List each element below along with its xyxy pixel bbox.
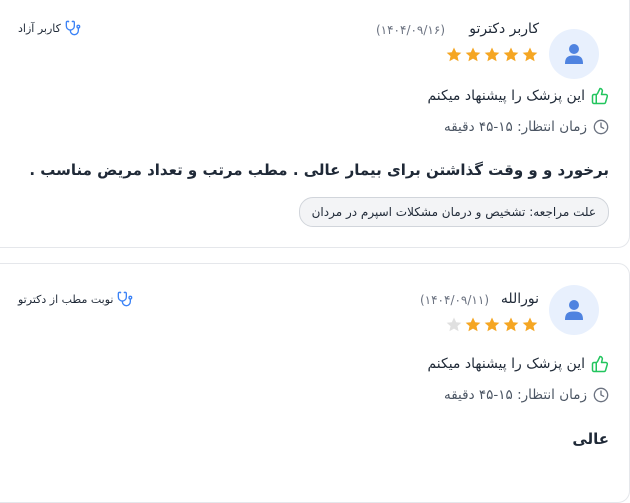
stethoscope-icon (65, 20, 81, 36)
review-date: (۱۴۰۴/۰۹/۱۶) (375, 23, 445, 37)
review-comment: عالی (572, 430, 609, 448)
booking-source-badge: نوبت مطب از دکترتو (18, 291, 133, 307)
thumbs-up-icon (591, 355, 609, 373)
review-comment: برخورد و و وقت گذاشتن برای بیمار عالی . … (29, 161, 609, 179)
star-filled-icon (445, 46, 463, 64)
recommend-row: این پزشک را پیشنهاد میکنم (427, 87, 609, 105)
star-filled-icon (502, 46, 520, 64)
review-card: کاربر دکترتو (۱۴۰۴/۰۹/۱۶) این پزشک را پی… (0, 0, 630, 248)
star-filled-icon (483, 316, 501, 334)
clock-icon (593, 387, 609, 403)
reviewer-name: کاربر دکترتو (469, 21, 539, 37)
star-filled-icon (464, 316, 482, 334)
visit-reason-chip: علت مراجعه: تشخیص و درمان مشکلات اسپرم د… (298, 197, 609, 227)
avatar (549, 29, 599, 79)
thumbs-up-icon (591, 87, 609, 105)
stethoscope-icon (118, 291, 133, 307)
user-icon (565, 300, 583, 320)
user-type-badge: کاربر آزاد (18, 20, 81, 36)
rating-stars (445, 316, 539, 334)
rating-stars (445, 46, 539, 64)
star-filled-icon (521, 316, 539, 334)
recommend-text: این پزشک را پیشنهاد میکنم (427, 88, 585, 104)
reviewer-name: نورالله (500, 291, 539, 307)
recommend-row: این پزشک را پیشنهاد میکنم (427, 355, 609, 373)
user-icon (565, 44, 583, 64)
wait-time-row: زمان انتظار: ۱۵-۴۵ دقیقه (444, 387, 609, 403)
wait-time-text: زمان انتظار: ۱۵-۴۵ دقیقه (443, 387, 587, 403)
star-filled-icon (464, 46, 482, 64)
wait-time-row: زمان انتظار: ۱۵-۴۵ دقیقه (444, 119, 609, 135)
recommend-text: این پزشک را پیشنهاد میکنم (427, 356, 585, 372)
booking-source-text: نوبت مطب از دکترتو (18, 292, 114, 306)
wait-time-text: زمان انتظار: ۱۵-۴۵ دقیقه (443, 119, 587, 135)
review-card: نورالله (۱۴۰۴/۰۹/۱۱) این پزشک را پیشنهاد… (0, 263, 630, 503)
star-filled-icon (502, 316, 520, 334)
star-empty-icon (445, 316, 463, 334)
user-type-text: کاربر آزاد (18, 21, 61, 35)
star-filled-icon (483, 46, 501, 64)
star-filled-icon (521, 46, 539, 64)
clock-icon (593, 119, 609, 135)
review-date: (۱۴۰۴/۰۹/۱۱) (419, 293, 489, 307)
avatar (549, 285, 599, 335)
